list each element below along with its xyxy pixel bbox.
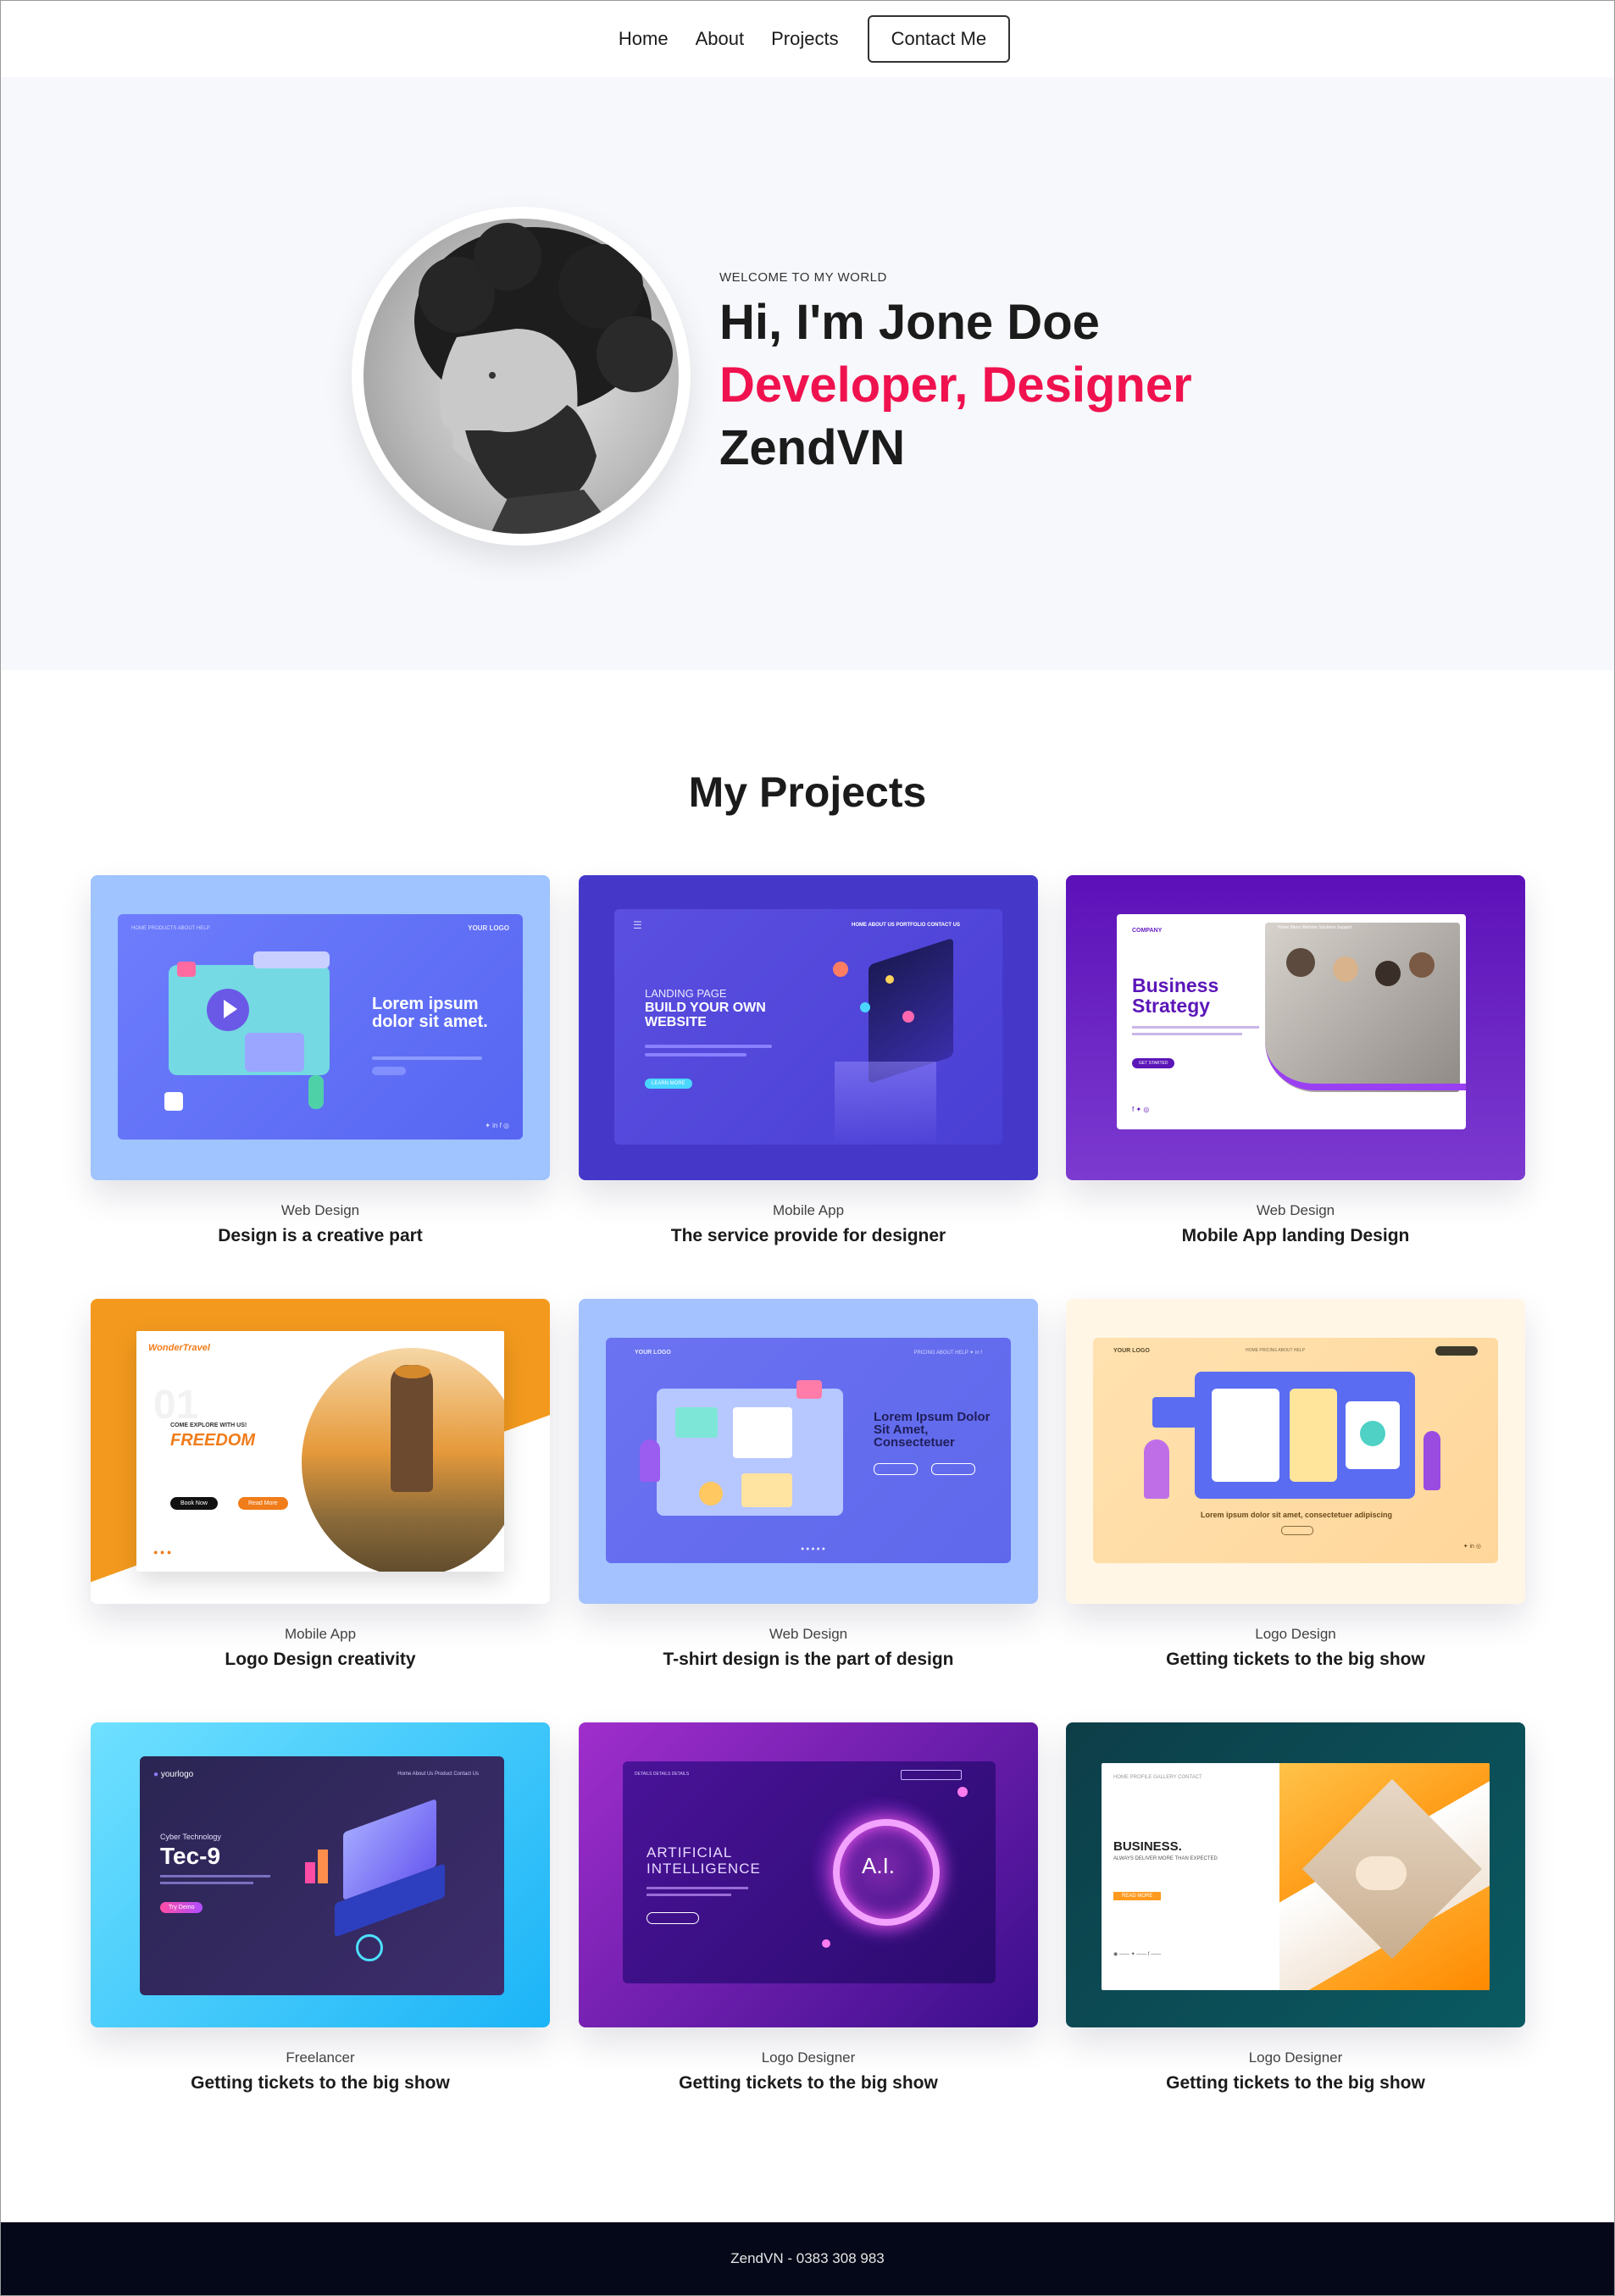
- nav-projects[interactable]: Projects: [771, 28, 838, 50]
- mock-screen: DETAILS DETAILS DETAILS ARTIFICIAL INTEL…: [623, 1761, 996, 1983]
- mock-screen: ☰ HOME ABOUT US PORTFOLIO CONTACT US LAN…: [614, 909, 1002, 1145]
- project-thumbnail[interactable]: HOME PRODUCTS ABOUT HELP YOUR LOGO Lorem…: [91, 875, 550, 1180]
- project-card[interactable]: YOUR LOGO HOME PRICING ABOUT HELP Lorem …: [1066, 1299, 1525, 1670]
- mock-screen: WonderTravel 01 COME EXPLORE WITH US! FR…: [136, 1331, 504, 1572]
- project-thumbnail[interactable]: COMPANY Business Strategy GET STARTED f …: [1066, 875, 1525, 1180]
- project-thumbnail[interactable]: HOME PROFILE GALLERY CONTACT BUSINESS. A…: [1066, 1722, 1525, 2027]
- mock-button: READ MORE: [1113, 1892, 1162, 1900]
- avatar: [364, 219, 679, 534]
- project-title[interactable]: The service provide for designer: [579, 1226, 1038, 1246]
- mock-headline: BUSINESS.: [1113, 1839, 1182, 1854]
- project-thumbnail[interactable]: YOUR LOGO HOME PRICING ABOUT HELP Lorem …: [1066, 1299, 1525, 1604]
- page: Home About Projects Contact Me WELCOME T…: [0, 0, 1615, 2296]
- contact-button[interactable]: Contact Me: [867, 15, 1011, 63]
- hero-section: WELCOME TO MY WORLD Hi, I'm Jone Doe Dev…: [1, 77, 1614, 670]
- mock-logo: COMPANY: [1132, 928, 1163, 934]
- project-category: Mobile App: [772, 1202, 845, 1218]
- mock-logo: yourlogo: [160, 1770, 194, 1779]
- project-card[interactable]: COMPANY Business Strategy GET STARTED f …: [1066, 875, 1525, 1246]
- footer: ZendVN - 0383 308 983: [1, 2222, 1614, 2295]
- mock-button: LEARN MORE: [645, 1079, 692, 1089]
- project-category: Web Design: [1256, 1202, 1335, 1218]
- mock-screen: YOUR LOGO HOME PRICING ABOUT HELP Lorem …: [1093, 1338, 1498, 1563]
- mock-button: GET STARTED: [1132, 1058, 1175, 1068]
- mock-logo: YOUR LOGO: [1113, 1348, 1150, 1354]
- hero-welcome: WELCOME TO MY WORLD: [719, 270, 887, 285]
- mock-headline: BUILD YOUR OWN WEBSITE: [645, 1001, 766, 1029]
- mock-headline: ARTIFICIAL INTELLIGENCE: [647, 1844, 761, 1877]
- mock-eyebrow: ALWAYS DELIVER MORE THAN EXPECTED: [1113, 1856, 1218, 1861]
- top-nav: Home About Projects Contact Me: [1, 1, 1614, 77]
- project-thumbnail[interactable]: WonderTravel 01 COME EXPLORE WITH US! FR…: [91, 1299, 550, 1604]
- projects-title: My Projects: [688, 768, 927, 816]
- project-category: Web Design: [280, 1202, 360, 1218]
- mock-screen: YOUR LOGO PRICING ABOUT HELP ✦ in f Lore…: [606, 1338, 1011, 1563]
- project-card[interactable]: HOME PROFILE GALLERY CONTACT BUSINESS. A…: [1066, 1722, 1525, 2094]
- project-category: Logo Design: [1255, 1626, 1336, 1642]
- mock-headline: Tec-9: [160, 1843, 221, 1869]
- project-card[interactable]: ☰ HOME ABOUT US PORTFOLIO CONTACT US LAN…: [579, 875, 1038, 1246]
- mock-headline: Lorem ipsum dolor sit amet.: [372, 995, 488, 1031]
- mock-eyebrow: Cyber Technology: [160, 1833, 221, 1841]
- project-category: Logo Designer: [1248, 2049, 1343, 2066]
- nav-home[interactable]: Home: [619, 28, 669, 50]
- project-title[interactable]: Getting tickets to the big show: [579, 2073, 1038, 2094]
- project-thumbnail[interactable]: ● yourlogo Home About Us Product Contact…: [91, 1722, 550, 2027]
- mock-headline: Business Strategy: [1132, 974, 1219, 1017]
- mock-screen: HOME PRODUCTS ABOUT HELP YOUR LOGO Lorem…: [118, 914, 523, 1140]
- mock-eyebrow: LANDING PAGE: [645, 987, 727, 1000]
- project-title[interactable]: Getting tickets to the big show: [91, 2073, 550, 2094]
- project-card[interactable]: ● yourlogo Home About Us Product Contact…: [91, 1722, 550, 2094]
- project-card[interactable]: YOUR LOGO PRICING ABOUT HELP ✦ in f Lore…: [579, 1299, 1038, 1670]
- project-category: Web Design: [769, 1626, 848, 1642]
- mock-headline: Lorem Ipsum Dolor Sit Amet, Consectetuer: [874, 1410, 991, 1450]
- mock-button: Book Now: [170, 1497, 218, 1510]
- mock-ai: A.I.: [862, 1853, 896, 1878]
- project-title[interactable]: Logo Design creativity: [91, 1650, 550, 1670]
- project-category: Freelancer: [286, 2049, 355, 2066]
- hero-company: ZendVN: [719, 420, 906, 475]
- mock-button-2: Read More: [238, 1497, 288, 1510]
- project-title[interactable]: Getting tickets to the big show: [1066, 1650, 1525, 1670]
- mock-button: Try Demo: [160, 1902, 203, 1913]
- project-card[interactable]: WonderTravel 01 COME EXPLORE WITH US! FR…: [91, 1299, 550, 1670]
- mock-screen: ● yourlogo Home About Us Product Contact…: [140, 1756, 504, 1995]
- footer-text: ZendVN - 0383 308 983: [730, 2250, 885, 2266]
- project-title[interactable]: T-shirt design is the part of design: [579, 1650, 1038, 1670]
- project-title[interactable]: Design is a creative part: [91, 1226, 550, 1246]
- project-thumbnail[interactable]: ☰ HOME ABOUT US PORTFOLIO CONTACT US LAN…: [579, 875, 1038, 1180]
- mock-logo: YOUR LOGO: [635, 1350, 671, 1356]
- mock-headline: FREEDOM: [170, 1431, 255, 1450]
- hero-role: Developer, Designer: [719, 358, 1192, 413]
- project-title[interactable]: Getting tickets to the big show: [1066, 2073, 1525, 2094]
- project-title[interactable]: Mobile App landing Design: [1066, 1226, 1525, 1246]
- project-category: Mobile App: [284, 1626, 357, 1642]
- project-card[interactable]: HOME PRODUCTS ABOUT HELP YOUR LOGO Lorem…: [91, 875, 550, 1246]
- mock-logo: YOUR LOGO: [468, 924, 509, 932]
- mock-eyebrow: COME EXPLORE WITH US!: [170, 1423, 247, 1428]
- mock-screen: HOME PROFILE GALLERY CONTACT BUSINESS. A…: [1102, 1763, 1490, 1990]
- hero-text: WELCOME TO MY WORLD Hi, I'm Jone Doe Dev…: [719, 270, 1192, 480]
- project-card[interactable]: DETAILS DETAILS DETAILS ARTIFICIAL INTEL…: [579, 1722, 1038, 2094]
- hero-name: Hi, I'm Jone Doe: [719, 295, 1100, 350]
- mock-headline: Lorem ipsum dolor sit amet, consectetuer…: [1200, 1511, 1393, 1519]
- nav-about[interactable]: About: [696, 28, 745, 50]
- mock-logo: WonderTravel: [148, 1343, 210, 1353]
- project-thumbnail[interactable]: YOUR LOGO PRICING ABOUT HELP ✦ in f Lore…: [579, 1299, 1038, 1604]
- avatar-ring: [352, 207, 691, 546]
- project-thumbnail[interactable]: DETAILS DETAILS DETAILS ARTIFICIAL INTEL…: [579, 1722, 1038, 2027]
- mock-screen: COMPANY Business Strategy GET STARTED f …: [1117, 914, 1466, 1129]
- project-category: Logo Designer: [761, 2049, 856, 2066]
